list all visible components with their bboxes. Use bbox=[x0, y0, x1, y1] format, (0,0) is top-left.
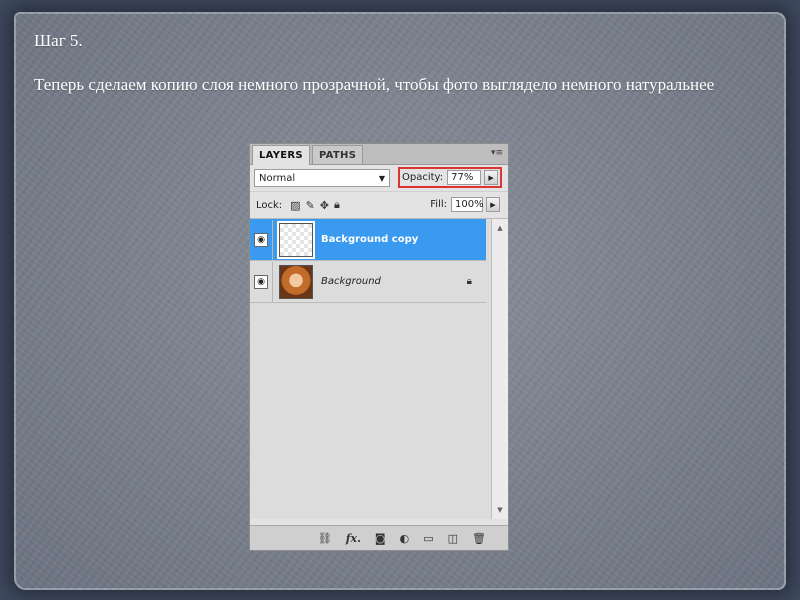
blend-mode-select[interactable]: Normal ▼ bbox=[254, 169, 390, 187]
tab-layers[interactable]: LAYERS bbox=[252, 145, 310, 165]
layers-panel: LAYERS PATHS ▾≡ Normal ▼ Opacity: 77% ▶ … bbox=[249, 143, 509, 551]
layer-thumbnail bbox=[279, 264, 313, 299]
blend-opacity-row: Normal ▼ Opacity: 77% ▶ bbox=[250, 165, 508, 192]
chevron-down-icon: ▼ bbox=[378, 173, 385, 183]
slide-text: Шаг 5. Теперь сделаем копию слоя немного… bbox=[34, 30, 754, 96]
step-title: Шаг 5. bbox=[34, 31, 83, 50]
fill-input[interactable]: 100% bbox=[451, 197, 484, 212]
scroll-down-icon[interactable]: ▼ bbox=[492, 503, 508, 517]
opacity-highlight: Opacity: 77% ▶ bbox=[398, 167, 502, 188]
lock-position-icon[interactable]: ✥ bbox=[320, 199, 329, 212]
layers-list: ◉ Background copy ◉ Background 🔒︎ ▲ ▼ bbox=[250, 219, 508, 519]
trash-icon[interactable]: 🗑︎ bbox=[472, 532, 486, 545]
visibility-toggle[interactable]: ◉ bbox=[250, 219, 273, 260]
lock-fill-row: Lock: ▨ ✎ ✥ 🔒︎ Fill: 100% ▶ bbox=[250, 192, 508, 219]
layer-row-background-copy[interactable]: ◉ Background copy bbox=[250, 219, 486, 261]
layer-thumbnail bbox=[279, 222, 313, 257]
layers-scrollbar[interactable]: ▲ ▼ bbox=[491, 219, 508, 519]
lock-icon: 🔒︎ bbox=[466, 276, 472, 287]
lock-label: Lock: bbox=[256, 199, 283, 211]
link-layers-icon[interactable]: ⛓ bbox=[318, 532, 332, 545]
adjustment-layer-icon[interactable]: ◐ bbox=[400, 532, 410, 545]
fill-label: Fill: bbox=[430, 199, 447, 210]
fill-control: Fill: 100% ▶ bbox=[430, 197, 500, 212]
opacity-label: Opacity: bbox=[402, 172, 444, 183]
add-mask-icon[interactable]: ◙ bbox=[375, 532, 386, 545]
lock-icons: ▨ ✎ ✥ 🔒︎ bbox=[290, 198, 340, 212]
opacity-slider-button[interactable]: ▶ bbox=[484, 170, 499, 185]
fill-slider-button[interactable]: ▶ bbox=[486, 197, 500, 212]
layer-name: Background copy bbox=[321, 234, 419, 245]
layer-row-background[interactable]: ◉ Background 🔒︎ bbox=[250, 261, 486, 303]
eye-icon: ◉ bbox=[254, 274, 268, 289]
new-layer-icon[interactable]: ◫ bbox=[448, 532, 458, 545]
visibility-toggle[interactable]: ◉ bbox=[250, 261, 273, 302]
lock-all-icon[interactable]: 🔒︎ bbox=[334, 198, 340, 212]
layer-name: Background bbox=[321, 276, 381, 287]
eye-icon: ◉ bbox=[254, 232, 268, 247]
opacity-input[interactable]: 77% bbox=[447, 170, 482, 185]
lock-transparent-pixels-icon[interactable]: ▨ bbox=[290, 199, 300, 212]
scroll-up-icon[interactable]: ▲ bbox=[492, 221, 508, 235]
panel-tab-bar: LAYERS PATHS ▾≡ bbox=[250, 144, 508, 165]
tab-paths[interactable]: PATHS bbox=[311, 145, 364, 164]
panel-bottom-toolbar: ⛓ fx. ◙ ◐ ▭ ◫ 🗑︎ bbox=[250, 525, 508, 550]
step-description: Теперь сделаем копию слоя немного прозра… bbox=[34, 75, 715, 95]
blend-mode-value: Normal bbox=[259, 172, 296, 184]
layer-style-fx-icon[interactable]: fx. bbox=[346, 532, 361, 545]
lock-image-pixels-icon[interactable]: ✎ bbox=[306, 199, 315, 212]
new-group-folder-icon[interactable]: ▭ bbox=[423, 532, 433, 545]
panel-menu-icon[interactable]: ▾≡ bbox=[491, 148, 503, 158]
